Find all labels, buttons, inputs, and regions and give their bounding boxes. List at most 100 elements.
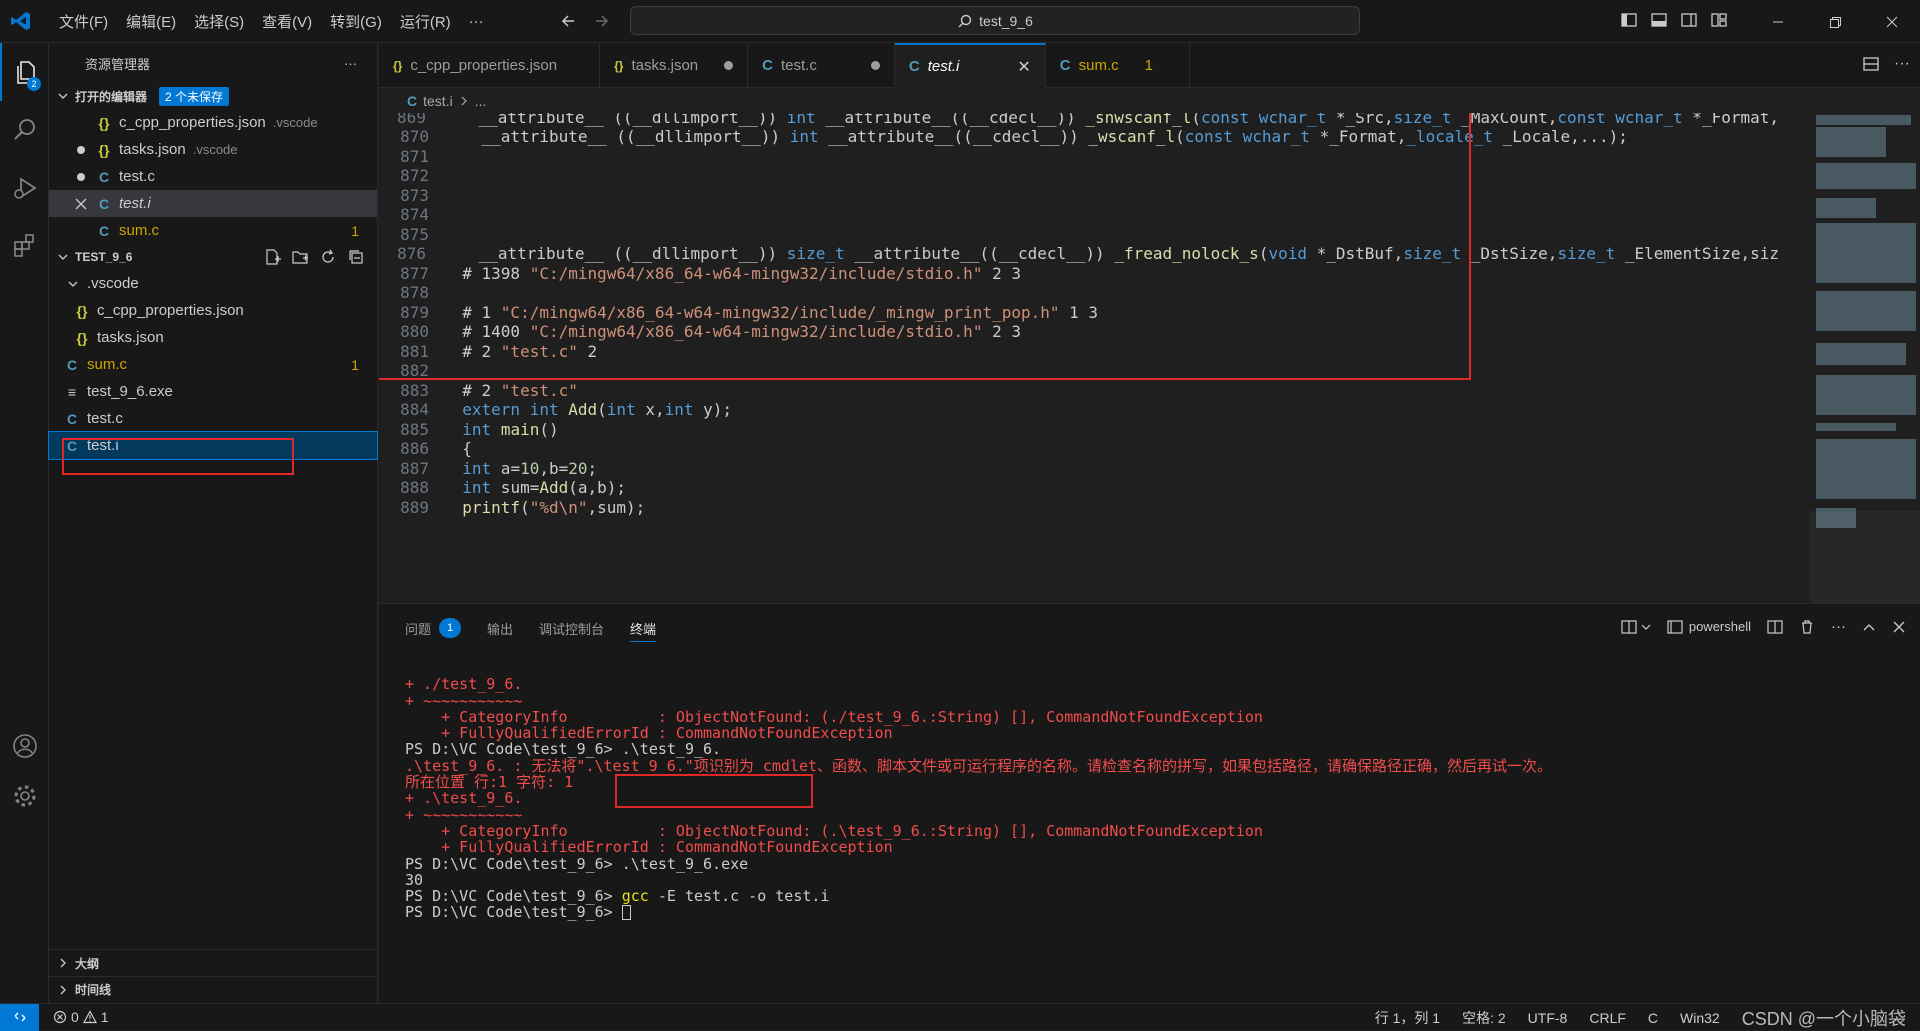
menu-go[interactable]: 转到(G): [321, 11, 391, 32]
open-editor-name: c_cpp_properties.json: [119, 114, 266, 131]
terminal-line: PS D:\VC Code\test_9_6> .\test_9_6.exe: [405, 854, 749, 873]
file-item[interactable]: C test.c: [49, 405, 377, 432]
close-tab-icon[interactable]: ✕: [1017, 57, 1030, 77]
new-file-icon[interactable]: [263, 248, 281, 266]
outline-header[interactable]: 大纲: [49, 950, 378, 976]
tab-test-c[interactable]: C test.c: [748, 43, 895, 88]
menu-run[interactable]: 运行(R): [391, 11, 460, 32]
command-center-search[interactable]: test_9_6: [630, 6, 1360, 35]
unsaved-dot-icon[interactable]: [870, 61, 880, 70]
end-of-line[interactable]: CRLF: [1589, 1010, 1626, 1026]
run-debug-activity[interactable]: [0, 159, 49, 217]
back-arrow-icon[interactable]: [560, 12, 578, 30]
tab-test-i[interactable]: C test.i ✕: [894, 43, 1046, 88]
language-mode[interactable]: C: [1648, 1010, 1658, 1026]
activity-bar: 2: [0, 43, 49, 1003]
maximize-panel-icon[interactable]: [1862, 620, 1876, 634]
search-activity[interactable]: [0, 101, 49, 159]
explorer-activity[interactable]: 2: [0, 43, 49, 101]
forward-arrow-icon[interactable]: [592, 12, 610, 30]
timeline-label: 时间线: [75, 983, 112, 997]
error-icon: [53, 1010, 67, 1024]
code-editor[interactable]: 869 __attribute__ ((__dllimport__)) int …: [379, 113, 1920, 603]
platform[interactable]: Win32: [1680, 1010, 1720, 1026]
problems-status[interactable]: 0 1: [53, 1009, 109, 1025]
open-editor-name: test.c: [119, 168, 155, 185]
refresh-icon[interactable]: [319, 248, 337, 266]
close-icon[interactable]: [75, 198, 87, 210]
csdn-watermark: CSDN @一个小脑袋: [1741, 1008, 1906, 1029]
collapse-all-icon[interactable]: [347, 248, 365, 266]
split-terminal-icon[interactable]: [1767, 619, 1783, 635]
cursor-position[interactable]: 行 1，列 1: [1375, 1008, 1440, 1028]
open-editor-item[interactable]: C test.c: [49, 163, 377, 190]
tab-output[interactable]: 输出: [487, 604, 513, 652]
breadcrumb-symbols[interactable]: ...: [475, 93, 487, 109]
extensions-activity[interactable]: [0, 217, 49, 275]
close-panel-icon[interactable]: [1892, 620, 1906, 634]
file-item[interactable]: C sum.c 1: [49, 351, 377, 378]
open-editor-name: test.i: [119, 195, 151, 212]
file-item[interactable]: {} c_cpp_properties.json: [49, 297, 377, 324]
manage-activity[interactable]: [0, 767, 49, 825]
toggle-panel-icon[interactable]: [1650, 11, 1668, 29]
tab-debug-console[interactable]: 调试控制台: [539, 604, 604, 652]
terminal-icon: [1667, 619, 1683, 635]
breadcrumb-file[interactable]: test.i: [423, 93, 453, 109]
file-item[interactable]: ≡ test_9_6.exe: [49, 378, 377, 405]
close-window-icon[interactable]: [1863, 0, 1920, 43]
terminal-line: + CategoryInfo : ObjectNotFound: (.\test…: [405, 821, 1263, 840]
tab-c-cpp-properties[interactable]: {} c_cpp_properties.json: [379, 43, 601, 88]
file-item[interactable]: {} tasks.json: [49, 324, 377, 351]
remote-indicator[interactable]: [0, 1003, 39, 1031]
tab-terminal[interactable]: 终端: [630, 604, 657, 652]
customize-layout-icon[interactable]: [1710, 11, 1728, 29]
new-folder-icon[interactable]: [291, 248, 309, 266]
toggle-secondary-sidebar-icon[interactable]: [1680, 11, 1698, 29]
menu-selection[interactable]: 选择(S): [185, 11, 253, 32]
menu-view[interactable]: 查看(V): [253, 11, 321, 32]
file-item-selected[interactable]: C test.i: [48, 431, 378, 460]
workspace-header[interactable]: TEST_9_6: [49, 244, 377, 270]
open-editor-item-active[interactable]: C test.i: [49, 190, 377, 217]
unsaved-dot-icon[interactable]: [724, 61, 734, 70]
tab-problems[interactable]: 问题 1: [405, 604, 462, 652]
tab-sum-c[interactable]: C sum.c 1: [1046, 43, 1190, 88]
menu-edit[interactable]: 编辑(E): [117, 11, 185, 32]
editor-tabs: {} c_cpp_properties.json {} tasks.json C…: [379, 43, 1920, 88]
split-editor-icon[interactable]: [1862, 55, 1880, 73]
minimize-icon[interactable]: [1749, 0, 1806, 43]
tab-tasks-json[interactable]: {} tasks.json: [600, 43, 749, 88]
toggle-primary-sidebar-icon[interactable]: [1620, 11, 1638, 29]
more-actions-icon[interactable]: ···: [1894, 55, 1910, 73]
menu-more[interactable]: ···: [460, 13, 493, 30]
menu-file[interactable]: 文件(F): [50, 11, 117, 32]
sidebar-more-button[interactable]: ···: [344, 56, 357, 71]
error-count: 0: [71, 1009, 79, 1025]
terminal-instance[interactable]: powershell: [1667, 619, 1751, 635]
trash-icon[interactable]: [1799, 619, 1815, 635]
open-editors-header[interactable]: 打开的编辑器 2 个未保存: [49, 83, 377, 109]
indentation[interactable]: 空格: 2: [1462, 1008, 1506, 1028]
c-file-icon: C: [98, 222, 110, 239]
outline-label: 大纲: [75, 956, 100, 971]
encoding[interactable]: UTF-8: [1528, 1010, 1568, 1026]
terminal-line: 30: [405, 870, 424, 889]
code-line[interactable]: 889 printf("%d\n",sum);: [379, 495, 1779, 519]
minimap[interactable]: [1810, 113, 1920, 603]
file-name: test_9_6.exe: [87, 383, 173, 400]
search-icon: [11, 116, 39, 144]
chevron-right-icon: [57, 957, 69, 969]
timeline-header[interactable]: 时间线: [49, 976, 378, 1002]
open-editor-item[interactable]: {} tasks.json .vscode: [49, 136, 377, 163]
json-icon: {}: [98, 141, 110, 158]
chevron-down-icon: [57, 90, 69, 102]
line-number: 889: [400, 497, 429, 517]
open-editor-item[interactable]: C sum.c 1: [49, 217, 377, 244]
open-editor-item[interactable]: {} c_cpp_properties.json .vscode: [49, 109, 377, 136]
terminal-output[interactable]: + ./test_9_6. + ~~~~~~~~~~~ + CategoryInf…: [405, 660, 1895, 953]
more-actions-icon[interactable]: ···: [1831, 618, 1846, 635]
restore-icon[interactable]: [1806, 0, 1863, 43]
new-terminal-dropdown[interactable]: [1621, 619, 1651, 635]
folder-item[interactable]: .vscode: [49, 270, 377, 297]
